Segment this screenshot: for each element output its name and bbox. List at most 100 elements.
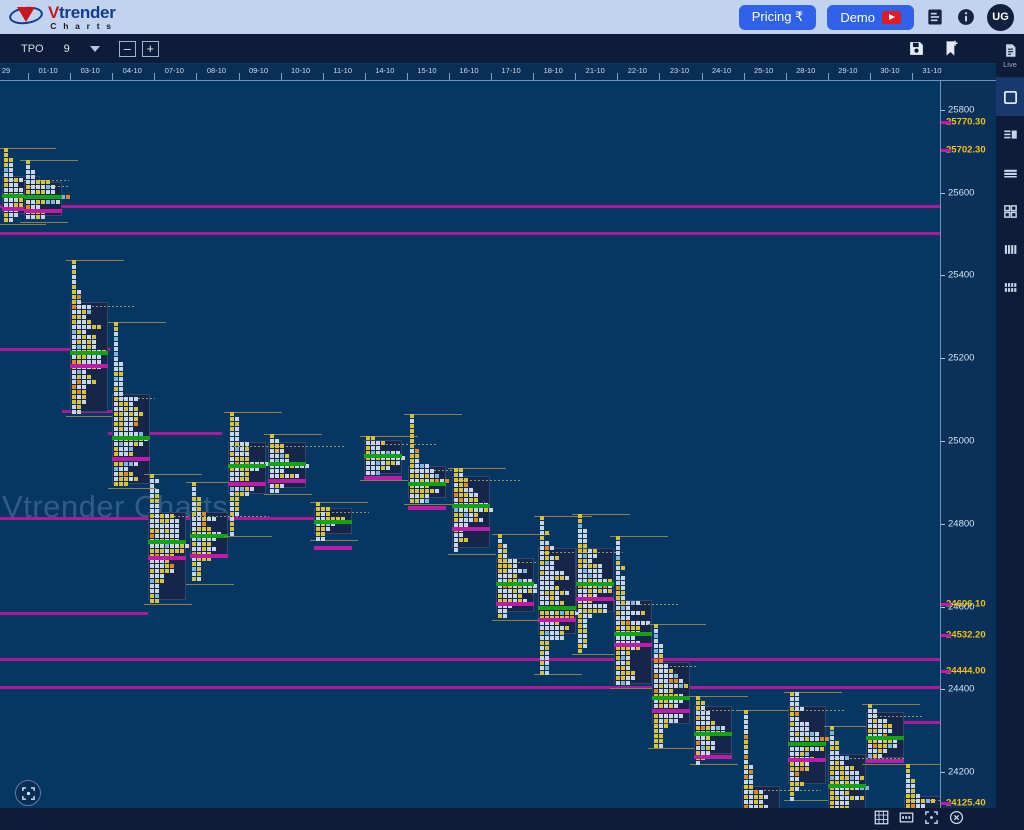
reference-line[interactable] [0,612,148,615]
profile-level-line[interactable] [694,755,732,759]
point-of-control-line[interactable] [70,351,108,355]
grid-toggle-icon[interactable] [874,810,889,825]
price-axis[interactable]: 25800 25600 25400 25200 25000 24800 24600 24400… [940,81,996,830]
tpo-cell [155,509,159,513]
tpo-cell [155,584,159,588]
profile-level-line[interactable] [314,546,352,550]
save-icon[interactable] [908,40,925,57]
profile-level-line[interactable] [576,597,614,601]
point-of-control-line[interactable] [228,464,266,468]
sidebar-item-live[interactable]: Live [996,34,1024,78]
profile-level-line[interactable] [70,364,108,368]
sidebar-item-single-layout[interactable] [996,78,1024,116]
profile-level-line[interactable] [408,506,446,510]
tpo-cell [513,574,517,578]
sidebar-item-grid-four[interactable] [996,192,1024,230]
brand-logo[interactable]: Vtrender C h a r t s [7,4,116,31]
tpo-cell [654,634,658,638]
zoom-out-button[interactable]: – [118,40,136,57]
tpo-cell [545,556,549,560]
profile-level-line[interactable] [652,709,690,713]
profile-level-line[interactable] [496,602,534,606]
point-of-control-line[interactable] [452,504,490,508]
center-focus-icon[interactable] [924,810,939,825]
tpo-cell [474,518,478,522]
profile-level-line[interactable] [538,618,576,622]
profile-level-line[interactable] [866,759,904,763]
tpo-cell [129,447,133,451]
profile-range-line [404,504,452,505]
profile-level-line[interactable] [190,554,228,558]
tpo-cell [119,362,123,366]
profile-level-line[interactable] [788,758,826,762]
chart-area[interactable]: 29 01-10 03-10 04-10 07-10 08-10 09-10 10-10 11-… [0,64,996,830]
sidebar-item-rows-layout[interactable] [996,154,1024,192]
tpo-cell [616,541,620,545]
sidebar-item-columns[interactable] [996,230,1024,268]
tpo-mode-select[interactable]: TPO 9 [20,42,101,56]
price-level-label[interactable]: 24606.10 [946,599,986,610]
tpo-cell [165,524,169,528]
reference-line[interactable] [0,686,940,689]
point-of-control-line[interactable] [538,606,576,610]
reference-line[interactable] [0,205,940,208]
point-of-control-line[interactable] [614,632,652,636]
profile-level-line[interactable] [112,457,150,461]
bookmark-add-icon[interactable] [943,40,960,57]
zoom-in-button[interactable]: + [141,40,159,57]
point-of-control-line[interactable] [148,540,186,544]
tpo-cell [484,508,488,512]
point-of-control-line[interactable] [408,482,446,486]
point-of-control-line[interactable] [190,534,228,538]
price-level-label[interactable]: 24125.40 [946,797,986,808]
price-level-label[interactable]: 25702.30 [946,145,986,156]
profile-level-line[interactable] [24,209,62,213]
info-icon[interactable] [956,7,976,27]
point-of-control-line[interactable] [788,742,826,746]
focus-target-button[interactable] [15,780,41,806]
tpo-cell [114,357,118,361]
reference-line[interactable] [0,232,940,235]
avatar[interactable]: UG [987,3,1014,31]
price-level-label[interactable]: 24444.00 [946,666,986,677]
reference-line[interactable] [0,658,940,661]
tpo-cell [150,489,154,493]
tpo-cell [883,724,887,728]
point-of-control-line[interactable] [694,732,732,736]
profile-level-line[interactable] [614,643,652,647]
point-of-control-line[interactable] [112,436,150,440]
tpo-cell [583,549,587,553]
tpo-cell [498,569,502,573]
date-axis[interactable]: 29 01-10 03-10 04-10 07-10 08-10 09-10 10-10 11-… [0,64,996,81]
point-of-control-line[interactable] [314,520,352,524]
profile-level-line[interactable] [228,482,266,486]
tpo-cell [202,512,206,516]
chevron-down-icon[interactable] [89,45,100,52]
demo-button[interactable]: Demo [827,4,914,30]
sidebar-item-grid-dense[interactable] [996,268,1024,306]
tpo-cell [621,581,625,585]
point-of-control-line[interactable] [828,784,866,788]
profile-level-line[interactable] [148,556,186,560]
profile-level-line[interactable] [268,479,306,483]
price-level-label[interactable]: 24532.20 [946,629,986,640]
profile-level-line[interactable] [452,527,490,531]
tpo-cell [790,782,794,786]
notes-icon[interactable] [925,7,945,27]
sidebar-item-split-layout[interactable] [996,116,1024,154]
price-level-label[interactable]: 25770.30 [946,117,986,128]
close-circle-icon[interactable] [949,810,964,825]
abc-label-icon[interactable] [899,810,914,825]
profile-level-line[interactable] [364,476,402,480]
point-of-control-line[interactable] [364,454,402,458]
point-of-control-line[interactable] [652,696,690,700]
tpo-plot[interactable]: Vtrender Charts [0,81,977,830]
point-of-control-line[interactable] [24,195,62,199]
point-of-control-line[interactable] [866,736,904,740]
point-of-control-line[interactable] [496,582,534,586]
tpo-cell [598,574,602,578]
tpo-cell [744,750,748,754]
point-of-control-line[interactable] [576,582,614,586]
pricing-button[interactable]: Pricing ₹ [738,4,817,30]
point-of-control-line[interactable] [268,462,306,466]
